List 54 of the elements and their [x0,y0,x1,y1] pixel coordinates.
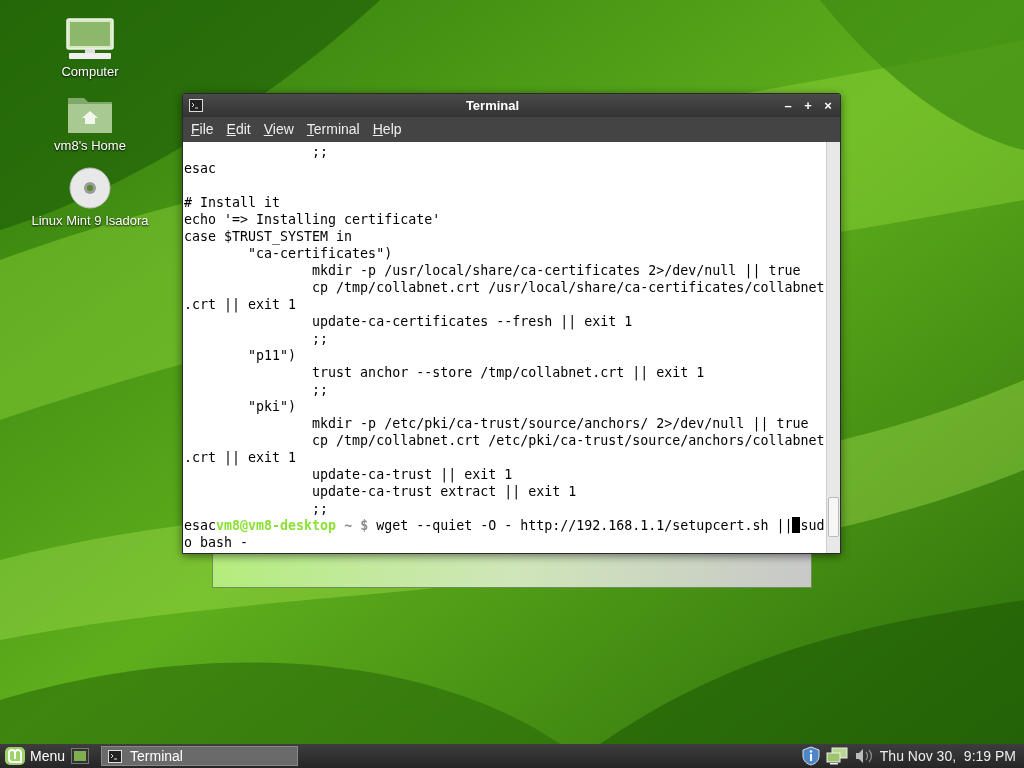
command-text: wget --quiet -O - http://192.168.1.1/setupcert.sh || [376,517,793,534]
window-title: Terminal [464,96,521,115]
menu-button[interactable]: Menu [4,745,66,767]
terminal-line: ;; [311,381,329,398]
terminal-line: "ca-certificates") [247,245,393,262]
desktop-icon-label[interactable]: Linux Mint 9 Isadora [31,211,149,231]
desktop-icon-label[interactable]: Computer [61,62,119,82]
terminal-line: cp /tmp/collabnet.crt /etc/pki/ca-trust/source/anchors/collabnet [311,432,825,449]
terminal-line: ;; [311,330,329,347]
terminal-line: esac [184,160,217,177]
terminal-line: mkdir -p /etc/pki/ca-trust/source/anchors/ 2>/dev/null || true [311,415,809,432]
prompt-path: ~ $ [343,517,370,534]
window-control-button[interactable]: + [802,99,814,112]
terminal-line: .crt || exit 1 [184,296,297,313]
terminal-line: update-ca-certificates --fresh || exit 1 [311,313,633,330]
terminal-line: update-ca-trust || exit 1 [311,466,513,483]
terminal-line: ;; [311,143,329,160]
show-desktop-icon[interactable] [71,748,90,764]
text-cursor [792,517,801,533]
network-icon[interactable] [825,747,848,765]
terminal-icon [189,99,203,112]
terminal-line: update-ca-trust extract || exit 1 [311,483,577,500]
clock[interactable]: Thu Nov 30, 9:19 PM [879,745,1016,767]
terminal-line: case $TRUST_SYSTEM in [184,228,353,245]
scrollbar[interactable] [826,142,840,553]
terminal-line: # Install it [184,194,281,211]
desktop-icon-label[interactable]: vm8's Home [54,135,126,155]
terminal-line: cp /tmp/collabnet.crt /usr/local/share/ca-certificates/collabnet [311,279,825,296]
terminal-line: trust anchor --store /tmp/collabnet.crt || exit 1 [311,364,705,381]
menu-item[interactable]: Edit [222,119,255,140]
command-text: sud [800,517,825,534]
computer-icon [65,18,115,60]
shield-icon[interactable] [801,746,820,766]
volume-icon[interactable] [853,747,874,765]
menu-item[interactable]: Help [368,119,406,140]
terminal-line: mkdir -p /usr/local/share/ca-certificates 2>/dev/null || true [311,262,801,279]
taskbar-task[interactable]: Terminal [101,746,299,766]
terminal-line: echo '=> Installing certificate' [184,211,441,228]
terminal-line: ;; [311,500,329,517]
scrollbar-thumb[interactable] [828,497,839,537]
terminal-output: esac [184,517,217,534]
prompt-user-host: vm8@vm8-desktop [216,517,337,534]
window-control-button[interactable]: – [782,99,794,112]
terminal-icon [108,749,123,763]
terminal-line: .crt || exit 1 [184,449,297,466]
terminal-line: o bash - [184,534,249,551]
terminal-line: "p11") [247,347,297,364]
terminal-line: "pki") [247,398,297,415]
menu-item[interactable]: File [187,119,218,140]
disc-icon [69,167,111,209]
mint-logo-icon [4,746,26,766]
window-control-button[interactable]: × [822,99,834,112]
menu-item[interactable]: Terminal [302,119,364,140]
menu-item[interactable]: View [259,119,298,140]
